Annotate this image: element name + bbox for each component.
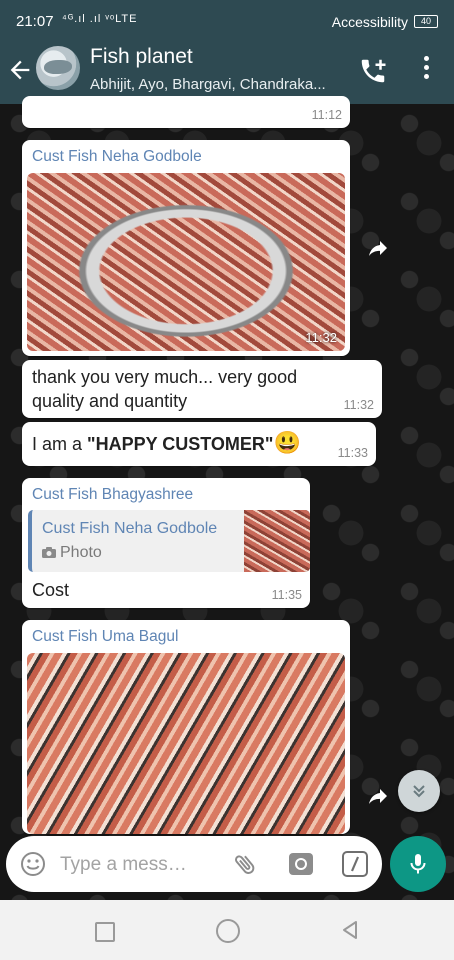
quoted-photo-label: Photo bbox=[60, 544, 102, 561]
message-text-prefix: I am a bbox=[32, 434, 88, 454]
forward-icon[interactable] bbox=[366, 236, 390, 260]
message-bubble[interactable]: 11:12 bbox=[22, 96, 350, 128]
battery-icon: 40 bbox=[414, 15, 438, 28]
text-message[interactable]: thank you very much... very good quality… bbox=[22, 360, 382, 418]
message-time: 11:33 bbox=[337, 446, 368, 460]
nav-back-icon[interactable] bbox=[338, 918, 362, 942]
group-avatar[interactable] bbox=[36, 46, 80, 90]
camera-icon bbox=[42, 547, 56, 558]
chat-header: Fish planet Abhijit, Ayo, Bhargavi, Chan… bbox=[0, 40, 454, 104]
double-chevron-down-icon bbox=[413, 785, 425, 798]
message-compose-bar bbox=[6, 836, 382, 892]
photo-message[interactable]: Cust Fish Uma Bagul bbox=[22, 620, 350, 834]
message-time: 11:12 bbox=[311, 108, 342, 122]
quoted-sender: Cust Fish Neha Godbole bbox=[42, 520, 218, 537]
quoted-photo-thumbnail bbox=[244, 510, 310, 572]
message-input[interactable] bbox=[60, 852, 220, 878]
smiley-emoji: 😃 bbox=[273, 430, 301, 455]
accessibility-indicator: Accessibility bbox=[331, 14, 408, 30]
emoji-icon[interactable] bbox=[20, 851, 46, 877]
system-nav-bar bbox=[0, 900, 454, 960]
voice-record-button[interactable] bbox=[390, 836, 446, 892]
chat-title[interactable]: Fish planet bbox=[90, 45, 193, 69]
recents-button[interactable] bbox=[95, 922, 115, 942]
sender-name[interactable]: Cust Fish Bhagyashree bbox=[32, 486, 193, 504]
microphone-icon bbox=[410, 854, 426, 874]
slash-command-icon[interactable] bbox=[342, 851, 368, 877]
add-call-icon[interactable] bbox=[358, 56, 388, 86]
chat-participants[interactable]: Abhijit, Ayo, Bhargavi, Chandraka... bbox=[90, 76, 345, 93]
signal-indicator: ⁴ᴳ.ıl .ıl ᵛᵒLTE bbox=[62, 13, 138, 25]
text-message[interactable]: I am a "HAPPY CUSTOMER"😃 11:33 bbox=[22, 422, 376, 466]
shrimp-photo[interactable]: 11:32 bbox=[27, 173, 345, 351]
message-time: 11:32 bbox=[343, 398, 374, 412]
overflow-menu-icon[interactable] bbox=[418, 56, 434, 84]
reply-message[interactable]: Cust Fish Bhagyashree Cust Fish Neha God… bbox=[22, 478, 310, 608]
message-text: thank you very much... very good quality… bbox=[32, 367, 298, 411]
scroll-to-bottom-button[interactable] bbox=[398, 770, 440, 812]
status-time: 21:07 bbox=[16, 13, 54, 30]
camera-icon[interactable] bbox=[288, 851, 314, 877]
paperclip-icon[interactable] bbox=[232, 850, 258, 878]
message-text: I am a "HAPPY CUSTOMER"😃 bbox=[32, 431, 301, 456]
message-text-bold: "HAPPY CUSTOMER" bbox=[87, 434, 274, 454]
message-time: 11:35 bbox=[271, 588, 302, 602]
quoted-message[interactable]: Cust Fish Neha Godbole Photo bbox=[28, 510, 310, 572]
photo-message[interactable]: Cust Fish Neha Godbole 11:32 bbox=[22, 140, 350, 356]
sender-name[interactable]: Cust Fish Neha Godbole bbox=[32, 148, 202, 166]
home-button[interactable] bbox=[216, 919, 240, 943]
shrimp-photo[interactable] bbox=[27, 653, 345, 834]
sender-name[interactable]: Cust Fish Uma Bagul bbox=[32, 628, 178, 646]
forward-icon[interactable] bbox=[366, 784, 390, 808]
message-text: Cost bbox=[32, 580, 70, 600]
status-bar: 21:07 ⁴ᴳ.ıl .ıl ᵛᵒLTE Accessibility 40 bbox=[0, 0, 454, 40]
message-time: 11:32 bbox=[305, 330, 337, 345]
back-arrow-icon[interactable] bbox=[6, 56, 34, 84]
